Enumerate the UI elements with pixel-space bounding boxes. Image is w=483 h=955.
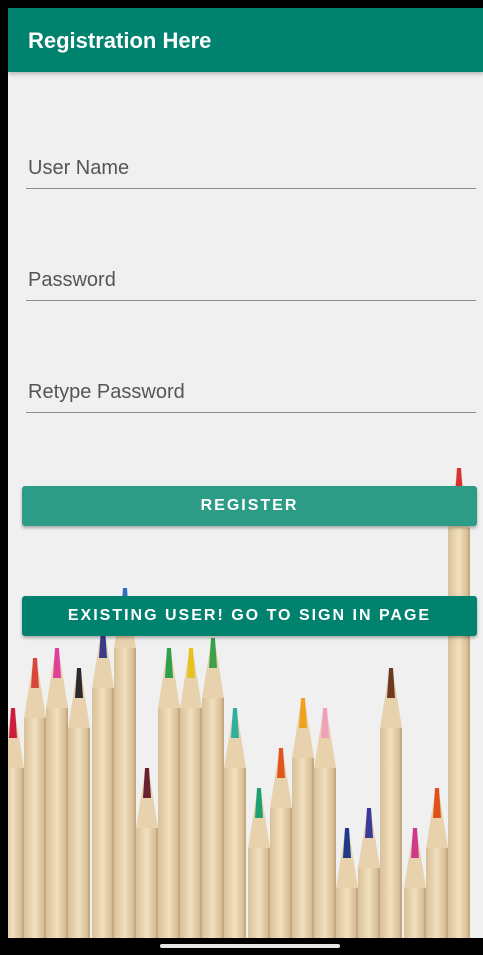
pencil-tip — [9, 708, 17, 738]
pencil-tip — [411, 828, 419, 858]
pencil-body — [8, 768, 24, 938]
pencil-body — [224, 768, 246, 938]
pencil-tip — [387, 668, 395, 698]
retype-password-input[interactable] — [26, 372, 476, 412]
password-input[interactable] — [26, 260, 476, 300]
password-field[interactable] — [26, 260, 476, 301]
pencil-body — [136, 828, 158, 938]
pencil-body — [426, 848, 448, 938]
pencil-body — [404, 888, 426, 938]
pencil-body — [380, 728, 402, 938]
username-field[interactable] — [26, 148, 476, 189]
pencil-tip — [433, 788, 441, 818]
go-to-sign-in-button[interactable]: EXISTING USER! GO TO SIGN IN PAGE — [22, 596, 477, 636]
pencil-tip — [277, 748, 285, 778]
pencil-tip — [75, 668, 83, 698]
pencil-body — [314, 768, 336, 938]
register-button[interactable]: REGISTER — [22, 486, 477, 526]
pencil-body — [68, 728, 90, 938]
pencil-tip — [31, 658, 39, 688]
pencil-tip — [165, 648, 173, 678]
pencil-body — [336, 888, 358, 938]
pencil-body — [202, 698, 224, 938]
pencil-tip — [209, 638, 217, 668]
pencil-tip — [143, 768, 151, 798]
home-gesture-handle[interactable] — [160, 944, 340, 948]
pencil-tip — [255, 788, 263, 818]
pencil-body — [180, 708, 202, 938]
pencil-body — [46, 708, 68, 938]
pencil-tip — [187, 648, 195, 678]
pencil-body — [292, 758, 314, 938]
pencil-tip — [343, 828, 351, 858]
page-title: Registration Here — [28, 28, 212, 53]
pencil-body — [358, 868, 380, 938]
pencil-body — [24, 718, 46, 938]
pencil-body — [158, 708, 180, 938]
pencil-tip — [365, 808, 373, 838]
pencil-body — [270, 808, 292, 938]
app-bar: Registration Here — [8, 8, 483, 72]
system-navigation-bar — [0, 938, 483, 955]
retype-password-field[interactable] — [26, 372, 476, 413]
pencil-tip — [299, 698, 307, 728]
pencil-body — [448, 528, 470, 938]
pencil-body — [248, 848, 270, 938]
pencil-tip — [231, 708, 239, 738]
pencil-body — [114, 648, 136, 938]
pencil-body — [92, 688, 114, 938]
registration-screen: Registration Here REGISTER EXISTING USER… — [8, 8, 483, 938]
pencil-tip — [321, 708, 329, 738]
pencil-tip — [53, 648, 61, 678]
username-input[interactable] — [26, 148, 476, 188]
